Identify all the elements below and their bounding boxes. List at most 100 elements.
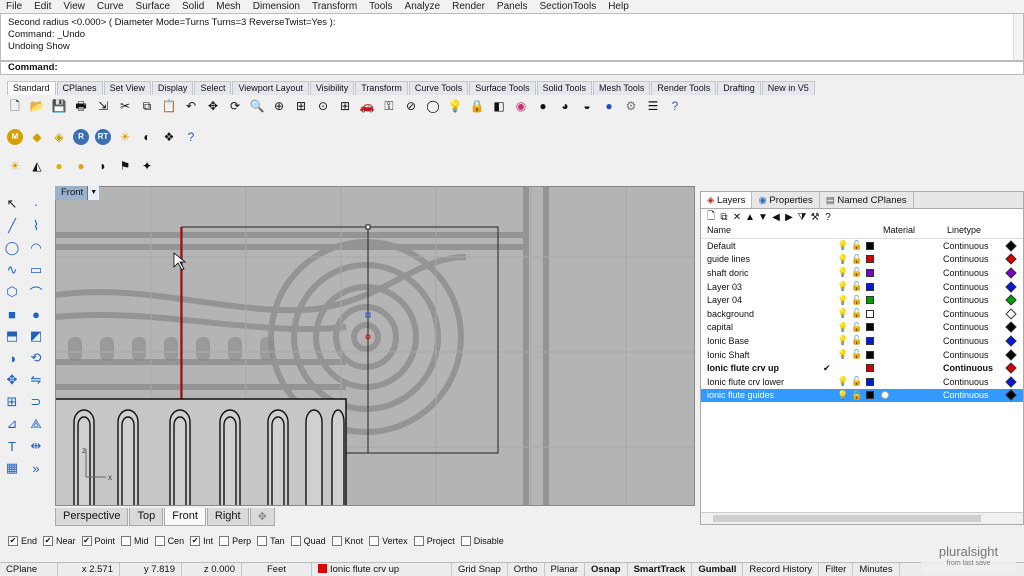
- layer-color-swatch[interactable]: [866, 268, 874, 277]
- move-down-icon[interactable]: ▼: [757, 212, 769, 223]
- help-button[interactable]: ?: [180, 127, 202, 147]
- osnap-checkbox[interactable]: [460, 536, 471, 546]
- lightbulb-icon[interactable]: 💡: [837, 335, 848, 346]
- zoom-button[interactable]: 🔍: [246, 96, 268, 116]
- print-color-diamond-icon[interactable]: [1005, 294, 1017, 306]
- status-layer[interactable]: Ionic flute crv up: [312, 563, 452, 576]
- add-viewport-tab-icon[interactable]: ✥: [249, 508, 275, 526]
- tab-new-in-v5[interactable]: New in V5: [761, 81, 815, 95]
- osnap-checkbox[interactable]: [154, 536, 165, 546]
- unlock-icon[interactable]: 🔓: [851, 267, 862, 278]
- undo-button[interactable]: ↶: [180, 96, 202, 116]
- ellipse-button[interactable]: ◯: [422, 96, 444, 116]
- cplane-button[interactable]: ⊘: [400, 96, 422, 116]
- menu-item-dimension[interactable]: Dimension: [253, 1, 300, 12]
- layer-color-swatch[interactable]: [866, 323, 874, 332]
- layer-row[interactable]: guide lines 💡 🔓 Continuous: [701, 253, 1023, 267]
- menu-item-view[interactable]: View: [63, 1, 85, 12]
- dim-tool[interactable]: ⇹: [24, 435, 48, 457]
- print-color-diamond-icon[interactable]: [1005, 362, 1017, 374]
- lightbulb-icon[interactable]: 💡: [837, 349, 848, 360]
- viewport-menu-arrow-icon[interactable]: ▼: [87, 186, 100, 200]
- unlock-icon[interactable]: 🔓: [851, 308, 862, 319]
- color-wheel-button[interactable]: ◉: [510, 96, 532, 116]
- layer-linetype[interactable]: Continuous: [943, 390, 989, 400]
- layer-row[interactable]: Layer 03 💡 🔓 Continuous: [701, 280, 1023, 294]
- osnap-checkbox[interactable]: [331, 536, 342, 546]
- flag-button[interactable]: ⚑: [114, 156, 136, 176]
- rotate-view-button[interactable]: ⟳: [224, 96, 246, 116]
- status-cplane[interactable]: CPlane: [0, 563, 58, 576]
- osnap-checkbox[interactable]: [219, 536, 230, 546]
- options-button[interactable]: ☰: [642, 96, 664, 116]
- layer-linetype[interactable]: Continuous: [943, 350, 989, 360]
- print-color-diamond-icon[interactable]: [1005, 321, 1017, 334]
- header-material[interactable]: Material: [883, 225, 915, 235]
- layer-row[interactable]: Ionic Base 💡 🔓 Continuous: [701, 334, 1023, 348]
- layer-linetype[interactable]: Continuous: [943, 363, 993, 373]
- panel-horizontal-scrollbar[interactable]: [701, 512, 1023, 524]
- layer-linetype[interactable]: Continuous: [943, 295, 989, 305]
- environment-button[interactable]: ❖: [158, 127, 180, 147]
- fillet-tool[interactable]: ⌒: [24, 281, 48, 303]
- point-light-button[interactable]: ●: [48, 156, 70, 176]
- group-tool[interactable]: ▦: [0, 457, 24, 479]
- layer-row[interactable]: background 💡 🔓 Continuous: [701, 307, 1023, 321]
- print-color-diamond-icon[interactable]: [1005, 240, 1017, 252]
- panel-tab-properties[interactable]: ◉ Properties: [752, 192, 820, 208]
- lightbulb-icon[interactable]: 💡: [837, 254, 848, 265]
- layer-linetype[interactable]: Continuous: [943, 336, 989, 346]
- status-toggle-filter[interactable]: Filter: [819, 563, 854, 576]
- osnap-mid[interactable]: Mid: [121, 536, 149, 546]
- osnap-checkbox[interactable]: ✔: [43, 536, 54, 546]
- status-toggle-record-history[interactable]: Record History: [743, 563, 820, 576]
- osnap-disable[interactable]: Disable: [460, 536, 504, 546]
- sun-button[interactable]: ☀: [114, 127, 136, 147]
- tab-viewport-layout[interactable]: Viewport Layout: [232, 81, 309, 95]
- open-button[interactable]: 📂: [26, 96, 48, 116]
- status-toggle-planar[interactable]: Planar: [545, 563, 586, 576]
- print-color-diamond-icon[interactable]: [1005, 253, 1017, 266]
- osnap-checkbox[interactable]: [121, 536, 132, 546]
- layer-color-swatch[interactable]: [866, 350, 874, 359]
- tab-mesh-tools[interactable]: Mesh Tools: [592, 81, 651, 95]
- viewport-tab-top[interactable]: Top: [129, 508, 164, 526]
- layer-color-swatch[interactable]: [866, 309, 874, 318]
- viewport-tab-front[interactable]: Front: [164, 508, 206, 526]
- lightbulb-icon[interactable]: 💡: [837, 267, 848, 278]
- transform-tool[interactable]: ⟲: [24, 347, 48, 369]
- material-circle-icon[interactable]: [881, 391, 889, 400]
- array-tool[interactable]: ⊞: [0, 391, 24, 413]
- boolean-tool[interactable]: ◑: [0, 347, 24, 369]
- menu-item-surface[interactable]: Surface: [136, 1, 170, 12]
- menu-item-file[interactable]: File: [6, 1, 22, 12]
- history-scrollbar[interactable]: [1013, 14, 1023, 60]
- snap-tool[interactable]: ⟁: [24, 413, 48, 435]
- spotlight-button[interactable]: ◭: [26, 156, 48, 176]
- cut-button[interactable]: ✂: [114, 96, 136, 116]
- label-button[interactable]: ◈: [48, 127, 70, 147]
- polyline-tool[interactable]: ⌇: [24, 215, 48, 237]
- zoom-window-button[interactable]: ⊕: [268, 96, 290, 116]
- tab-solid-tools[interactable]: Solid Tools: [536, 81, 592, 95]
- linear-light-button[interactable]: ◗: [92, 156, 114, 176]
- tab-curve-tools[interactable]: Curve Tools: [408, 81, 469, 95]
- unlock-icon[interactable]: 🔓: [851, 281, 862, 292]
- menu-item-render[interactable]: Render: [452, 1, 485, 12]
- circle-tool[interactable]: ◯: [0, 237, 24, 259]
- more-tool[interactable]: »: [24, 457, 48, 479]
- status-toggle-smarttrack[interactable]: SmartTrack: [628, 563, 693, 576]
- shaft-outline[interactable]: [56, 398, 347, 506]
- new-button[interactable]: 🗋: [4, 96, 26, 116]
- status-toggle-osnap[interactable]: Osnap: [585, 563, 628, 576]
- panel-tab-layers[interactable]: ◈ Layers: [701, 192, 753, 208]
- layer-linetype[interactable]: Continuous: [943, 254, 989, 264]
- menu-item-sectiontools[interactable]: SectionTools: [540, 1, 597, 12]
- gear-button[interactable]: ⚙: [620, 96, 642, 116]
- layer-row[interactable]: shaft doric 💡 🔓 Continuous: [701, 266, 1023, 280]
- scrollbar-thumb[interactable]: [713, 515, 981, 522]
- render-sphere-button[interactable]: ◒: [576, 96, 598, 116]
- osnap-quad[interactable]: Quad: [290, 536, 326, 546]
- arc-tool[interactable]: ◠: [24, 237, 48, 259]
- texture-button[interactable]: ◆: [26, 127, 48, 147]
